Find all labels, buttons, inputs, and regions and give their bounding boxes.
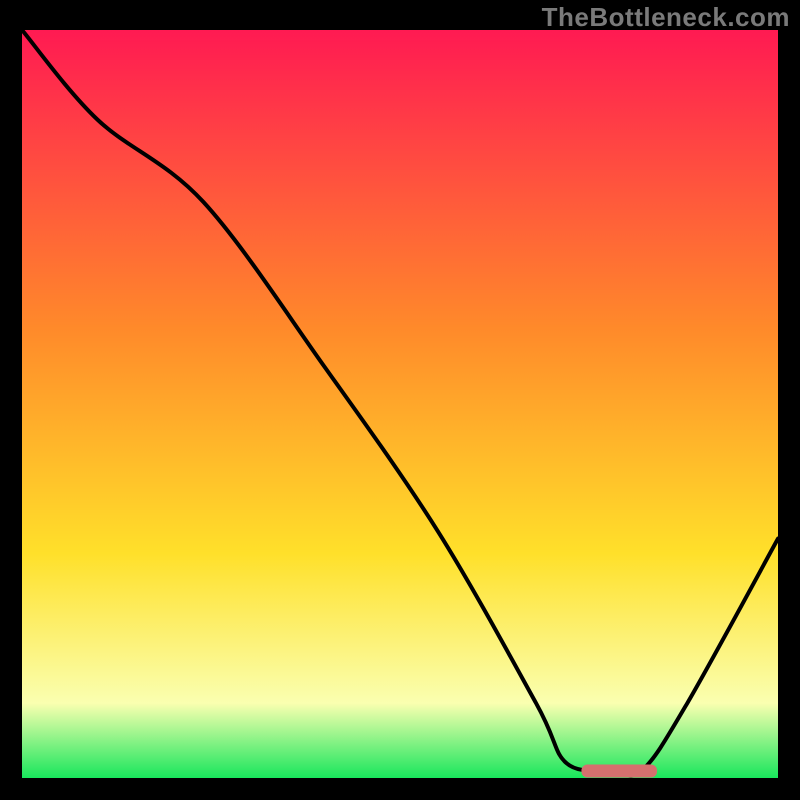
watermark-label: TheBottleneck.com bbox=[542, 2, 790, 33]
chart-frame: TheBottleneck.com bbox=[0, 0, 800, 800]
optimal-range-marker bbox=[581, 765, 657, 778]
chart-background bbox=[22, 30, 778, 778]
bottleneck-chart bbox=[22, 30, 778, 778]
